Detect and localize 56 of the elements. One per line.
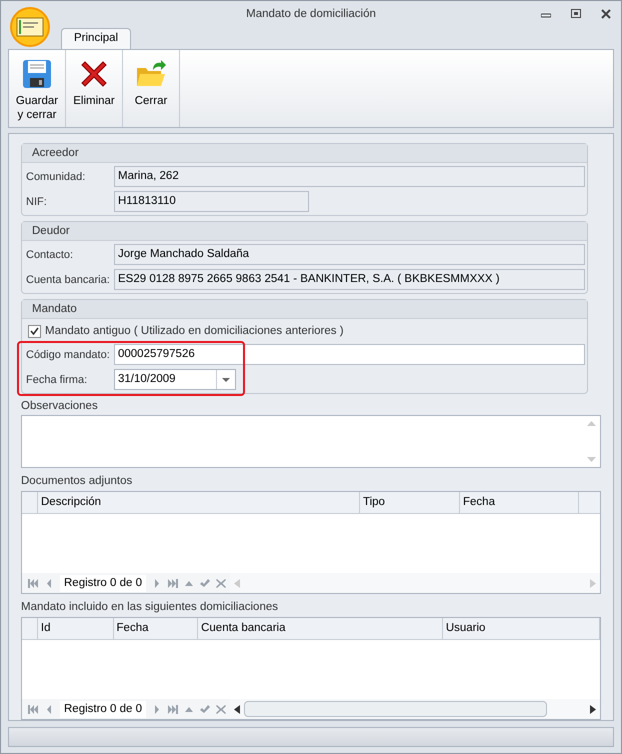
column-header[interactable]: Cuenta bancaria <box>198 618 443 640</box>
group-title: Deudor <box>22 222 587 242</box>
next-record-icon[interactable] <box>152 704 162 714</box>
last-record-icon[interactable] <box>168 704 178 714</box>
record-counter: Registro 0 de 0 <box>60 700 146 718</box>
column-header[interactable]: Usuario <box>442 618 600 640</box>
column-header[interactable]: Descripción <box>38 492 360 514</box>
text-field[interactable]: ES29 0128 8975 2665 9863 2541 - BANKINTER, S.A. ( BKBKESMMXXX ) <box>114 269 585 290</box>
section-label: Observaciones <box>21 399 99 414</box>
scroll-right-icon[interactable] <box>590 704 596 714</box>
field-label: Código mandato: <box>25 348 111 363</box>
scroll-down-icon[interactable] <box>587 457 596 462</box>
window-title: Mandato de domiciliación <box>246 6 376 22</box>
check-icon[interactable] <box>200 704 210 714</box>
ribbon-tab[interactable]: Principal <box>61 28 132 50</box>
last-record-icon[interactable] <box>168 578 178 588</box>
first-record-icon[interactable] <box>28 578 38 588</box>
app-logo[interactable] <box>10 7 50 47</box>
date-field[interactable]: 31/10/2009 <box>114 369 236 390</box>
first-record-icon[interactable] <box>28 704 38 714</box>
check-icon[interactable] <box>200 578 210 588</box>
column-header[interactable]: Fecha <box>114 618 198 640</box>
checkbox[interactable] <box>28 324 41 338</box>
ribbon-button[interactable]: Eliminar <box>66 50 122 128</box>
up-icon[interactable] <box>184 704 194 714</box>
record-counter: Registro 0 de 0 <box>60 574 146 592</box>
scroll-up-icon[interactable] <box>587 421 596 426</box>
field-label: NIF: <box>25 194 48 210</box>
text-field[interactable]: Marina, 262 <box>114 166 585 188</box>
text-field[interactable]: H11813110 <box>114 191 309 212</box>
next-record-icon[interactable] <box>152 578 162 588</box>
column-header[interactable]: Id <box>38 618 114 640</box>
section-label: Documentos adjuntos <box>21 474 134 488</box>
restore-icon[interactable] <box>571 9 581 19</box>
previous-record-icon[interactable] <box>44 704 54 714</box>
ribbon-button[interactable]: Cerrar <box>123 50 179 128</box>
horizontal-scrollbar[interactable] <box>230 699 600 720</box>
field-label: Cuenta bancaria: <box>25 272 111 288</box>
up-icon[interactable] <box>184 578 194 588</box>
text-field[interactable]: 000025797526 <box>114 344 585 366</box>
ribbon-button[interactable]: Guardar y cerrar <box>9 50 65 128</box>
column-header[interactable]: Tipo <box>360 492 460 514</box>
column-header[interactable]: Fecha <box>460 492 579 514</box>
previous-record-icon[interactable] <box>44 578 54 588</box>
close-icon[interactable] <box>601 9 611 19</box>
scroll-left-icon[interactable] <box>234 704 240 714</box>
field-label: Contacto: <box>25 248 74 263</box>
field-label: Comunidad: <box>25 170 86 185</box>
field-label: Fecha firma: <box>25 372 88 388</box>
observations-field[interactable] <box>21 415 601 468</box>
checkbox-label: Mandato antiguo ( Utilizado en domiciliaciones anteriores ) <box>45 324 344 339</box>
group-title: Acreedor <box>22 144 587 164</box>
text-field[interactable]: Jorge Manchado Saldaña <box>114 244 585 266</box>
section-label: Mandato incluido en las siguientes domiciliaciones <box>21 600 279 614</box>
scrollbar-thumb[interactable] <box>244 701 547 718</box>
group-title: Mandato <box>22 300 587 320</box>
